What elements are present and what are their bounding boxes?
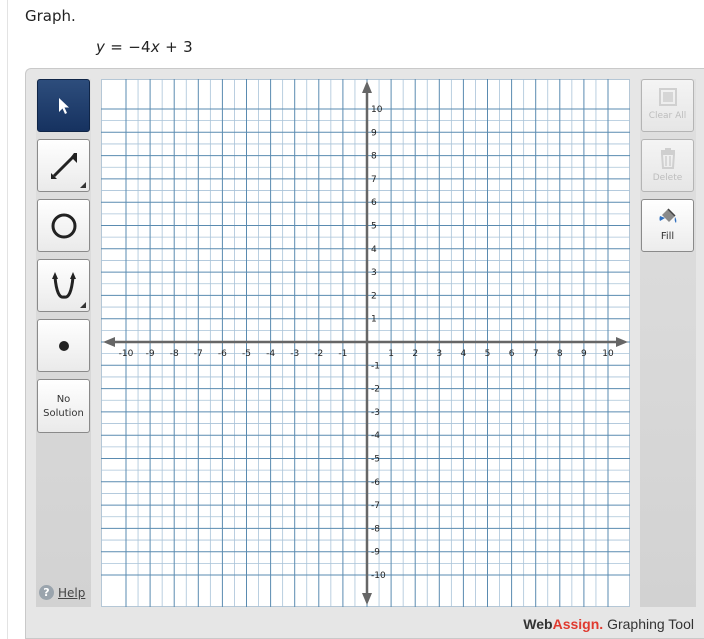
pointer-icon (58, 97, 69, 114)
help-label: Help (58, 585, 86, 600)
y-axis-up-arrow-icon (362, 81, 372, 93)
x-tick-label: -2 (314, 349, 323, 359)
x-tick-label: -9 (146, 349, 155, 359)
x-tick-label: 9 (581, 349, 587, 359)
point-tool-button[interactable] (37, 319, 90, 372)
brand-web: Web (523, 616, 553, 632)
y-tick-label: 3 (371, 268, 377, 278)
x-tick-label: -1 (338, 349, 347, 359)
clear-all-label: Clear All (648, 111, 687, 121)
circle-tool-button[interactable] (37, 199, 90, 252)
trash-icon (660, 148, 675, 169)
x-tick-label: -5 (242, 349, 251, 359)
x-tick-label: 1 (388, 349, 394, 359)
x-tick-label: -4 (266, 349, 275, 359)
submenu-corner-icon (80, 302, 86, 308)
y-tick-label: 1 (371, 315, 377, 325)
brand-assign: Assign. (552, 616, 604, 632)
y-tick-label: -6 (371, 478, 380, 488)
x-tick-label: 2 (412, 349, 418, 359)
x-tick-label: 4 (461, 349, 467, 359)
no-solution-label-line1: No (56, 394, 71, 405)
y-tick-label: -5 (371, 455, 380, 465)
x-tick-label: -3 (290, 349, 299, 359)
clear-all-button[interactable]: Clear All (641, 79, 694, 132)
no-solution-button[interactable]: No Solution (37, 379, 90, 433)
y-tick-label: -4 (371, 431, 380, 441)
select-tool-button[interactable] (37, 79, 90, 132)
help-question-icon: ? (39, 585, 54, 600)
fill-label: Fill (660, 231, 675, 242)
x-tick-label: -10 (119, 349, 134, 359)
fill-button[interactable]: Fill (641, 199, 694, 252)
x-tick-label: -8 (170, 349, 179, 359)
y-tick-label: 2 (371, 291, 377, 301)
x-tick-label: 10 (602, 349, 614, 359)
paint-bucket-icon (659, 208, 676, 223)
equation-x: x (150, 38, 161, 56)
y-tick-label: -1 (371, 361, 380, 371)
brand-graphing-tool: Graphing Tool (603, 616, 694, 632)
point-icon (58, 340, 69, 351)
x-tick-label: 7 (533, 349, 539, 359)
y-tick-label: 4 (371, 245, 377, 255)
line-arrow-icon (50, 152, 77, 179)
y-tick-label: -10 (371, 571, 386, 581)
delete-button[interactable]: Delete (641, 139, 694, 192)
x-tick-label: -6 (218, 349, 227, 359)
equation-y: y (96, 38, 106, 56)
delete-label: Delete (652, 173, 683, 183)
coordinate-grid[interactable]: -10 -9 -8 -7 -6 -5 -4 -3 -2 -1 1 2 3 4 5 6 7 8 9 10 10 9 8 7 6 5… (101, 79, 630, 607)
parabola-icon (51, 271, 76, 299)
x-axis-right-arrow-icon (616, 337, 628, 347)
y-tick-label: -2 (371, 385, 380, 395)
equation-rhs-prefix: = −4 (105, 38, 151, 56)
y-tick-label: -7 (371, 501, 380, 511)
parabola-tool-button[interactable] (37, 259, 90, 312)
y-tick-label: 10 (371, 105, 383, 115)
equation: y = −4x + 3 (96, 38, 193, 56)
x-tick-label: 8 (557, 349, 563, 359)
x-tick-label: 3 (436, 349, 442, 359)
y-tick-label: -3 (371, 408, 380, 418)
x-axis-left-arrow-icon (103, 337, 115, 347)
submenu-corner-icon (80, 182, 86, 188)
y-tick-label: 5 (371, 222, 377, 232)
y-tick-label: -8 (371, 524, 380, 534)
y-axis-down-arrow-icon (362, 593, 372, 605)
y-tick-label: 7 (371, 175, 377, 185)
help-link[interactable]: ? Help (39, 585, 85, 600)
equation-rhs-suffix: + 3 (160, 38, 193, 56)
question-prompt: Graph. (25, 7, 76, 25)
no-solution-label-line2: Solution (43, 408, 84, 419)
line-tool-button[interactable] (37, 139, 90, 192)
x-tick-label: 6 (509, 349, 515, 359)
clear-all-icon (658, 88, 677, 106)
circle-icon (51, 213, 76, 238)
x-tick-label: 5 (485, 349, 491, 359)
x-tick-label: -7 (194, 349, 203, 359)
webassign-brand: WebAssign. Graphing Tool (523, 616, 694, 632)
y-tick-label: 6 (371, 198, 377, 208)
y-tick-label: -9 (371, 548, 380, 558)
axes (103, 81, 628, 605)
y-tick-label: 8 (371, 152, 377, 162)
y-tick-label: 9 (371, 128, 377, 138)
page-left-rule (7, 0, 8, 639)
